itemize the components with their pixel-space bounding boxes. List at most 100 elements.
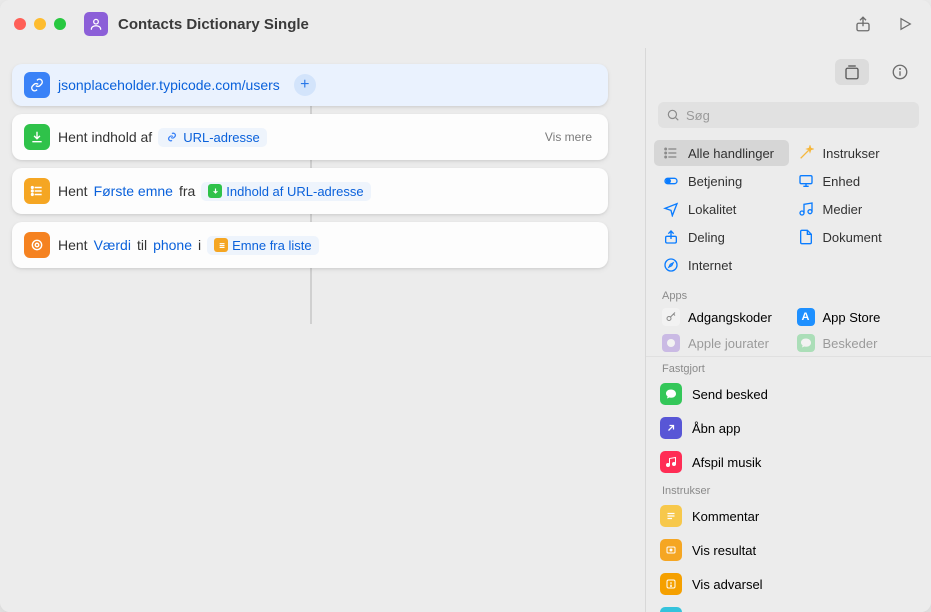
category-label: Dokument — [823, 230, 882, 245]
token-text: til — [137, 237, 147, 253]
app-label: Beskeder — [823, 336, 878, 351]
safari-icon — [662, 256, 680, 274]
token-text: i — [198, 237, 201, 253]
category-label: Internet — [688, 258, 732, 273]
minimize-window-button[interactable] — [34, 18, 46, 30]
zoom-window-button[interactable] — [54, 18, 66, 30]
A-icon: A — [797, 308, 815, 326]
action-card-0[interactable]: Hent indhold af URL-adresse Vis mere — [12, 114, 608, 160]
key-icon — [662, 308, 680, 326]
alert-icon — [660, 573, 682, 595]
action-card-1[interactable]: Hent Første emne fra Indhold af URL-adre… — [12, 168, 608, 214]
token-variable-pill[interactable]: Emne fra liste — [207, 236, 318, 255]
category-label: Enhed — [823, 174, 861, 189]
pinned-action-send-besked[interactable]: Send besked — [646, 377, 931, 411]
app-adgangskoder[interactable]: Adgangskoder — [654, 304, 789, 330]
download-icon — [24, 124, 50, 150]
pinned-section-header: Fastgjort — [646, 357, 931, 377]
switch-icon — [662, 172, 680, 190]
category-betjening[interactable]: Betjening — [654, 168, 789, 194]
app-label: Adgangskoder — [688, 310, 772, 325]
close-window-button[interactable] — [14, 18, 26, 30]
location-icon — [662, 200, 680, 218]
run-icon[interactable] — [893, 12, 917, 36]
search-input[interactable] — [658, 102, 919, 128]
doc-icon — [797, 228, 815, 246]
share-icon[interactable] — [851, 12, 875, 36]
list-icon — [24, 178, 50, 204]
action-label: Kommentar — [692, 509, 759, 524]
pinned-action-åbn-app[interactable]: Åbn app — [646, 411, 931, 445]
lines-icon — [660, 505, 682, 527]
token-text: Hent — [58, 183, 88, 199]
action-label: Åbn app — [692, 421, 740, 436]
msg-icon — [660, 383, 682, 405]
category-label: Betjening — [688, 174, 742, 189]
app-beskeder[interactable]: Beskeder — [789, 330, 924, 356]
token-variable-pill[interactable]: Indhold af URL-adresse — [201, 182, 370, 201]
apps-section-header: Apps — [646, 284, 931, 304]
list-icon — [214, 238, 228, 252]
info-tab-button[interactable] — [883, 59, 917, 85]
category-label: Lokalitet — [688, 202, 736, 217]
action-label: Send besked — [692, 387, 768, 402]
category-medier[interactable]: Medier — [789, 196, 924, 222]
sidebar-toolbar — [646, 48, 931, 96]
app-label: Apple jourater — [688, 336, 769, 351]
search-wrap — [646, 96, 931, 136]
body-area: jsonplaceholder.typicode.com/users + Hen… — [0, 48, 931, 612]
add-url-button[interactable]: + — [294, 74, 316, 96]
list-icon — [662, 144, 680, 162]
category-enhed[interactable]: Enhed — [789, 168, 924, 194]
titlebar: Contacts Dictionary Single — [0, 0, 931, 48]
show-more-button[interactable]: Vis mere — [545, 130, 596, 144]
titlebar-right — [851, 12, 917, 36]
app-window: Contacts Dictionary Single js — [0, 0, 931, 612]
category-dokument[interactable]: Dokument — [789, 224, 924, 250]
shortcut-app-icon — [84, 12, 108, 36]
app-app-store[interactable]: A App Store — [789, 304, 924, 330]
url-text[interactable]: jsonplaceholder.typicode.com/users — [58, 77, 280, 93]
actions-scroll-area[interactable]: Fastgjort Send besked Åbn app Afspil musik… — [646, 356, 931, 612]
instr-action-vis-advarsel[interactable]: Vis advarsel — [646, 567, 931, 601]
app-apple-jourater[interactable]: Apple jourater — [654, 330, 789, 356]
input-icon — [660, 607, 682, 612]
instrukser-section-header: Instrukser — [646, 479, 931, 499]
token-key[interactable]: Værdi — [94, 237, 131, 253]
music-icon — [797, 200, 815, 218]
open-icon — [660, 417, 682, 439]
category-instrukser[interactable]: Instrukser — [789, 140, 924, 166]
token-key[interactable]: phone — [153, 237, 192, 253]
action-label: Vis resultat — [692, 543, 756, 558]
app-label: App Store — [823, 310, 881, 325]
category-label: Medier — [823, 202, 863, 217]
category-deling[interactable]: Deling — [654, 224, 789, 250]
category-lokalitet[interactable]: Lokalitet — [654, 196, 789, 222]
traffic-lights — [14, 18, 66, 30]
link-icon — [24, 72, 50, 98]
apps-grid: Adgangskoder A App Store Apple jourater Besk… — [646, 304, 931, 356]
category-internet[interactable]: Internet — [654, 252, 789, 278]
action-label: Afspil musik — [692, 455, 761, 470]
url-action-card[interactable]: jsonplaceholder.typicode.com/users + — [12, 64, 608, 106]
instr-action-kommentar[interactable]: Kommentar — [646, 499, 931, 533]
category-alle-handlinger[interactable]: Alle handlinger — [654, 140, 789, 166]
editor-area[interactable]: jsonplaceholder.typicode.com/users + Hen… — [0, 48, 645, 612]
category-label: Deling — [688, 230, 725, 245]
share-icon — [662, 228, 680, 246]
library-tab-button[interactable] — [835, 59, 869, 85]
token-key[interactable]: Første emne — [94, 183, 173, 199]
wand-icon — [797, 144, 815, 162]
token-variable-pill[interactable]: URL-adresse — [158, 128, 267, 147]
category-label: Alle handlinger — [688, 146, 774, 161]
category-label: Instrukser — [823, 146, 880, 161]
instr-action-spørg-efter-input[interactable]: Spørg efter input — [646, 601, 931, 612]
instr-action-vis-resultat[interactable]: Vis resultat — [646, 533, 931, 567]
pinned-action-afspil-musik[interactable]: Afspil musik — [646, 445, 931, 479]
action-card-2[interactable]: Hent Værdi til phone i Emne fra liste — [12, 222, 608, 268]
display-icon — [797, 172, 815, 190]
token-text: Hent indhold af — [58, 129, 152, 145]
token-text: Hent — [58, 237, 88, 253]
library-sidebar: Alle handlinger Instrukser Betjening Enhed L… — [645, 48, 931, 612]
aj-icon — [662, 334, 680, 352]
